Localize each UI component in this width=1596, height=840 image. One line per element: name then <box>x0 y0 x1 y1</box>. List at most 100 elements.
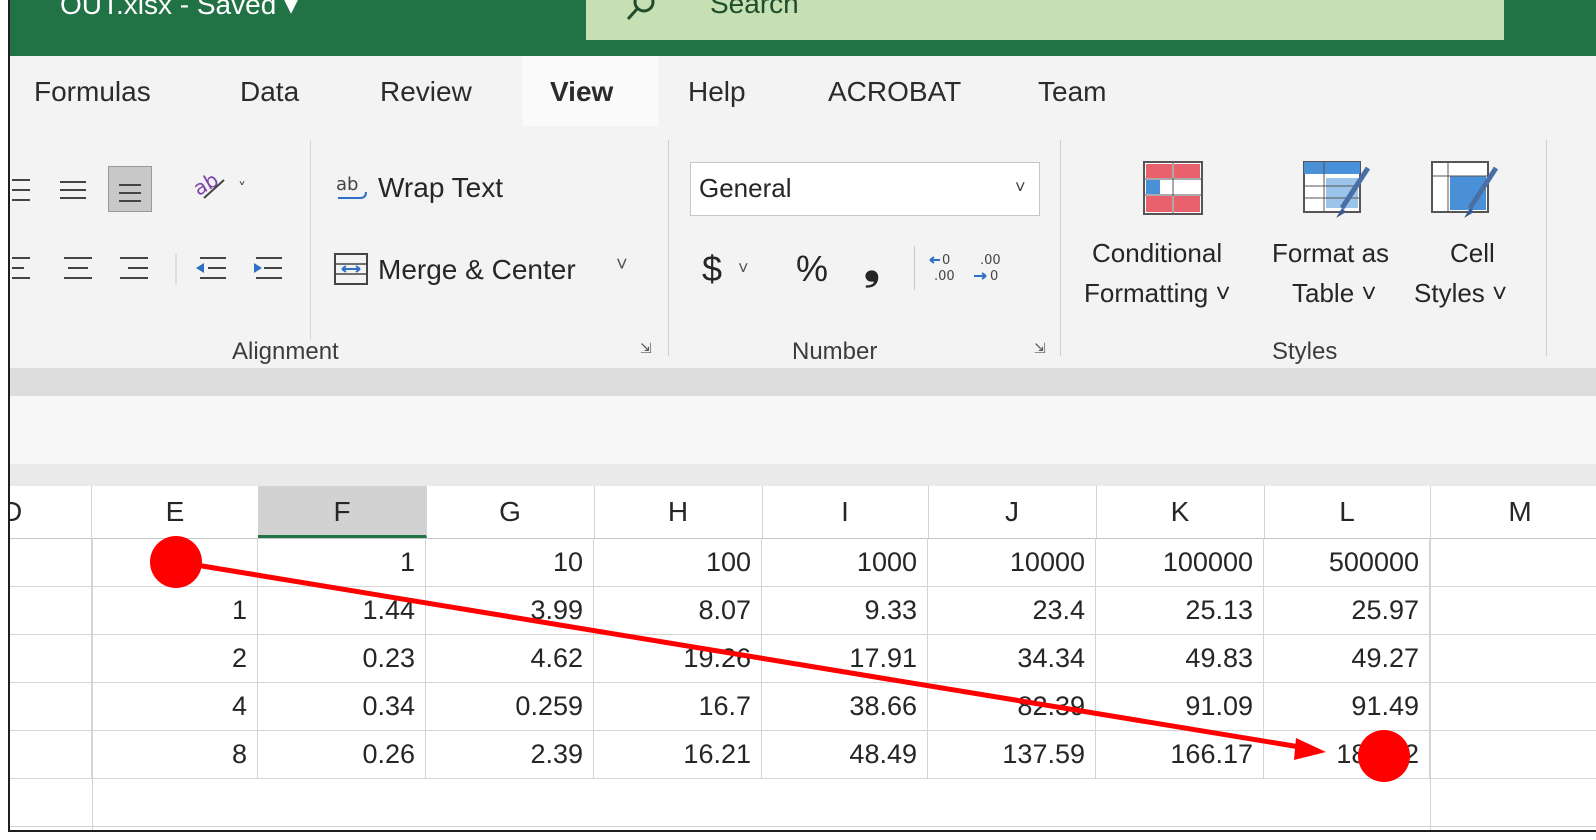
cell-f4[interactable]: 0.34 <box>258 682 426 730</box>
cell-j1[interactable]: 10000 <box>928 538 1096 586</box>
cell-j3[interactable]: 34.34 <box>928 634 1096 682</box>
cell-d2[interactable] <box>10 586 92 634</box>
cell-h1[interactable]: 100 <box>594 538 762 586</box>
column-header-k[interactable]: K <box>1096 486 1265 538</box>
comma-style-button[interactable]: ❟ <box>864 244 880 289</box>
search-box[interactable]: Search <box>586 0 1504 40</box>
cell-styles-button[interactable]: Cell <box>1450 238 1495 269</box>
horizontal-align-icons[interactable] <box>10 250 310 290</box>
column-header-e[interactable]: E <box>92 486 259 538</box>
cell-g1[interactable]: 10 <box>426 538 594 586</box>
svg-text:.00: .00 <box>980 253 1001 268</box>
cell-l3[interactable]: 49.27 <box>1264 634 1430 682</box>
cell-e2[interactable]: 1 <box>92 586 258 634</box>
format-as-table-dropdown[interactable]: Table ˅ <box>1292 278 1377 309</box>
cell-e4[interactable]: 4 <box>92 682 258 730</box>
cell-d5[interactable] <box>10 730 92 778</box>
currency-dropdown-icon[interactable]: ˅ <box>738 258 749 279</box>
tab-team[interactable]: Team <box>1038 76 1106 108</box>
column-header-f[interactable]: F <box>258 486 427 538</box>
excel-window: OUT.xlsx - Saved ▾ Search Formulas Data … <box>8 0 1596 832</box>
ribbon-tabs: Formulas Data Review View Help ACROBAT T… <box>10 56 1596 126</box>
cell-e5[interactable]: 8 <box>92 730 258 778</box>
cell-d3[interactable] <box>10 634 92 682</box>
cell-styles-dropdown[interactable]: Styles ˅ <box>1414 278 1507 309</box>
column-header-m[interactable]: M <box>1430 486 1596 538</box>
table-row: 1 1.44 3.99 8.07 9.33 23.4 25.13 25.97 <box>10 586 1596 635</box>
number-format-select[interactable]: General ˅ <box>690 162 1040 216</box>
cell-f1[interactable]: 1 <box>258 538 426 586</box>
cell-h3[interactable]: 19.26 <box>594 634 762 682</box>
increase-decimal-icon[interactable]: 0 .00 <box>928 248 964 288</box>
cell-g4[interactable]: 0.259 <box>426 682 594 730</box>
cell-i3[interactable]: 17.91 <box>762 634 928 682</box>
tab-view[interactable]: View <box>550 76 613 108</box>
cell-j5[interactable]: 137.59 <box>928 730 1096 778</box>
cell-i2[interactable]: 9.33 <box>762 586 928 634</box>
column-header-d[interactable]: D <box>10 486 92 538</box>
cell-l4[interactable]: 91.49 <box>1264 682 1430 730</box>
tab-review[interactable]: Review <box>380 76 472 108</box>
cell-k2[interactable]: 25.13 <box>1096 586 1264 634</box>
merge-center-dropdown-icon[interactable]: ˅ <box>616 254 628 277</box>
merge-center-button[interactable]: Merge & Center <box>378 254 576 286</box>
cell-i5[interactable]: 48.49 <box>762 730 928 778</box>
currency-button[interactable]: $ <box>702 248 722 290</box>
svg-text:.00: .00 <box>934 269 955 284</box>
formula-bar-area[interactable] <box>10 396 1596 464</box>
svg-text:0: 0 <box>942 253 950 268</box>
alignment-dialog-launcher-icon[interactable]: ⇲ <box>640 340 658 358</box>
search-icon <box>626 0 655 21</box>
align-bottom-button[interactable] <box>108 166 152 212</box>
cell-l5[interactable]: 180.52 <box>1264 730 1430 778</box>
cell-k5[interactable]: 166.17 <box>1096 730 1264 778</box>
window-title: OUT.xlsx - Saved ▾ <box>60 0 299 20</box>
tab-acrobat[interactable]: ACROBAT <box>828 76 961 108</box>
column-header-j[interactable]: J <box>928 486 1097 538</box>
cell-k4[interactable]: 91.09 <box>1096 682 1264 730</box>
search-placeholder: Search <box>710 0 799 19</box>
cell-e3[interactable]: 2 <box>92 634 258 682</box>
cell-f3[interactable]: 0.23 <box>258 634 426 682</box>
number-dialog-launcher-icon[interactable]: ⇲ <box>1034 340 1052 358</box>
cell-f2[interactable]: 1.44 <box>258 586 426 634</box>
conditional-formatting-icon <box>1143 161 1203 215</box>
cell-h4[interactable]: 16.7 <box>594 682 762 730</box>
table-row <box>10 778 1596 827</box>
align-top-middle-icons[interactable] <box>10 172 110 208</box>
cell-e1[interactable] <box>92 538 258 586</box>
cell-k1[interactable]: 100000 <box>1096 538 1264 586</box>
tab-data[interactable]: Data <box>240 76 299 108</box>
column-header-h[interactable]: H <box>594 486 763 538</box>
cell-l2[interactable]: 25.97 <box>1264 586 1430 634</box>
cell-h5[interactable]: 16.21 <box>594 730 762 778</box>
conditional-formatting-dropdown[interactable]: Formatting ˅ <box>1084 278 1231 309</box>
cell-g3[interactable]: 4.62 <box>426 634 594 682</box>
cell-i1[interactable]: 1000 <box>762 538 928 586</box>
conditional-formatting-button[interactable]: Conditional <box>1092 238 1222 269</box>
cell-i4[interactable]: 38.66 <box>762 682 928 730</box>
column-header-l[interactable]: L <box>1264 486 1431 538</box>
decrease-decimal-icon[interactable]: .00 0 <box>972 248 1008 288</box>
align-bottom-icon <box>119 184 141 202</box>
cell-g2[interactable]: 3.99 <box>426 586 594 634</box>
orientation-icon[interactable]: ab ˅ <box>190 166 260 206</box>
cell-h2[interactable]: 8.07 <box>594 586 762 634</box>
column-header-i[interactable]: I <box>762 486 929 538</box>
percent-button[interactable]: % <box>796 248 828 290</box>
cell-f5[interactable]: 0.26 <box>258 730 426 778</box>
format-as-table-button[interactable]: Format as <box>1272 238 1389 269</box>
column-header-g[interactable]: G <box>426 486 595 538</box>
tab-help[interactable]: Help <box>688 76 746 108</box>
cell-d4[interactable] <box>10 682 92 730</box>
alignment-group-label: Alignment <box>232 338 339 365</box>
table-row: 2 0.23 4.62 19.26 17.91 34.34 49.83 49.2… <box>10 634 1596 683</box>
cell-l1[interactable]: 500000 <box>1264 538 1430 586</box>
cell-d1[interactable] <box>10 538 92 586</box>
cell-j4[interactable]: 82.39 <box>928 682 1096 730</box>
cell-g5[interactable]: 2.39 <box>426 730 594 778</box>
cell-k3[interactable]: 49.83 <box>1096 634 1264 682</box>
cell-j2[interactable]: 23.4 <box>928 586 1096 634</box>
wrap-text-button[interactable]: Wrap Text <box>378 172 503 204</box>
tab-formulas[interactable]: Formulas <box>34 76 151 108</box>
